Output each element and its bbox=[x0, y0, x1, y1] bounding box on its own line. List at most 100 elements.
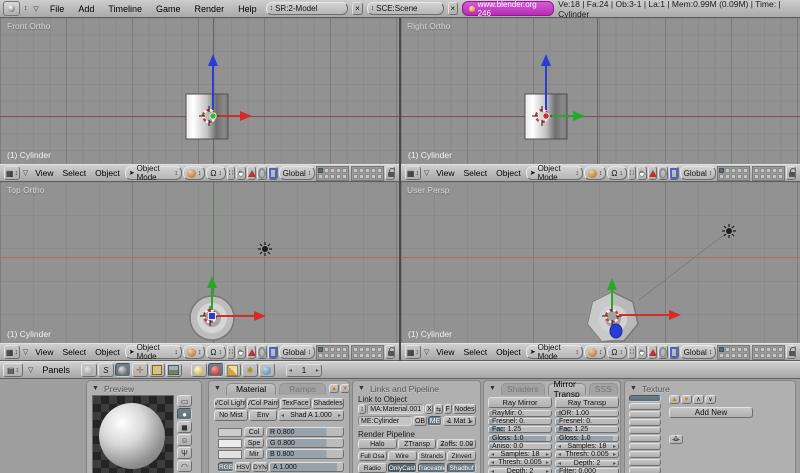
manipulator-rotate-button[interactable] bbox=[257, 345, 267, 359]
depth-mir-field[interactable]: Depth: 2 bbox=[488, 468, 552, 473]
rgb-mode-button[interactable]: RGB bbox=[218, 462, 234, 472]
manipulator-rotate-button[interactable] bbox=[658, 166, 668, 180]
fake-user-button[interactable]: F bbox=[444, 404, 452, 414]
full-osa-toggle[interactable]: Full Osa bbox=[358, 451, 387, 461]
scene-context-button[interactable] bbox=[166, 363, 182, 377]
manipulator-translate-button[interactable] bbox=[648, 345, 658, 359]
mode-dropdown[interactable]: ➤ Object Mode ↕ bbox=[526, 166, 583, 180]
tab-ramps[interactable]: Ramps bbox=[279, 383, 326, 395]
scene-selector[interactable]: ↕ SCE:Scene bbox=[367, 2, 444, 15]
shadbuf-toggle[interactable]: Shadbuf bbox=[447, 463, 476, 473]
draw-type-dropdown[interactable]: ↕ bbox=[584, 345, 607, 359]
lock-layers-button[interactable] bbox=[786, 345, 796, 359]
logic-context-button[interactable] bbox=[81, 363, 97, 377]
layer-grid-right[interactable] bbox=[351, 345, 384, 360]
thresh-mir-field[interactable]: Thresh: 0.005 bbox=[488, 459, 552, 466]
layer-grid-left[interactable] bbox=[717, 166, 750, 181]
texture-slot[interactable] bbox=[629, 403, 661, 410]
filter-slider[interactable]: Filter: 0.000 bbox=[555, 468, 619, 473]
tab-shaders[interactable]: Shaders bbox=[501, 383, 545, 395]
viewport-top[interactable]: Top Ortho (1) Cylinder bbox=[0, 182, 399, 343]
env-toggle[interactable]: Env bbox=[249, 410, 277, 421]
aniso-slider[interactable]: Aniso: 0.0 bbox=[488, 443, 552, 450]
world-buttons-button[interactable] bbox=[259, 363, 275, 377]
material-browse-button[interactable]: ↕ bbox=[358, 404, 366, 414]
manipulator-rotate-button[interactable] bbox=[257, 166, 267, 180]
screen-selector[interactable]: ↕ SR:2-Model bbox=[266, 2, 349, 15]
menu-render[interactable]: Render bbox=[190, 4, 230, 14]
editor-type-button[interactable]: ▤↕ bbox=[3, 363, 23, 377]
gloss-transp-slider[interactable]: Gloss: 1.0 bbox=[555, 435, 619, 442]
raymir-slider[interactable]: RayMir: 0. bbox=[488, 410, 552, 417]
nodes-button[interactable]: Nodes bbox=[453, 404, 476, 414]
fresnel-transp-slider[interactable]: Fresnel: 0. bbox=[555, 418, 619, 425]
radiosity-buttons-button[interactable]: ✱ bbox=[242, 363, 258, 377]
lamp-buttons-button[interactable] bbox=[191, 363, 207, 377]
ior-slider[interactable]: IOR: 1.00 bbox=[555, 410, 619, 417]
hsv-mode-button[interactable]: HSV bbox=[235, 462, 251, 472]
texture-slot[interactable] bbox=[629, 411, 661, 418]
collapse-menus-icon[interactable]: ▽ bbox=[422, 169, 431, 177]
vcol-paint-toggle[interactable]: VCol Paint bbox=[247, 398, 279, 409]
preview-plane-button[interactable]: ▭ bbox=[177, 395, 192, 407]
manipulator-scale-button[interactable] bbox=[268, 345, 278, 359]
manipulator-scale-button[interactable] bbox=[669, 345, 679, 359]
mode-dropdown[interactable]: ➤ Object Mode ↕ bbox=[526, 345, 583, 359]
slot-prev-button[interactable]: ∧ bbox=[693, 395, 704, 404]
texture-slot[interactable] bbox=[629, 459, 661, 466]
viewport-front[interactable]: Front Ortho (1) Cylinder bbox=[0, 18, 399, 164]
panel-collapse-icon[interactable]: ▼ bbox=[356, 385, 367, 392]
manipulator-hand-button[interactable] bbox=[236, 166, 246, 180]
samples-mir-field[interactable]: Samples: 18 bbox=[488, 451, 552, 458]
gloss-mir-slider[interactable]: Gloss: 1.0 bbox=[488, 435, 552, 442]
close-screen-button[interactable]: × bbox=[352, 2, 362, 15]
texture-slot[interactable] bbox=[629, 435, 661, 442]
shad-alpha-field[interactable]: Shad A 1.000 bbox=[278, 410, 344, 421]
manipulator-scale-button[interactable] bbox=[268, 166, 278, 180]
editor-type-button[interactable]: ▦↕ bbox=[405, 345, 421, 359]
slot-up-button[interactable]: ▲ bbox=[669, 395, 680, 404]
draw-type-dropdown[interactable]: ↕ bbox=[584, 166, 607, 180]
orientation-dropdown[interactable]: Global ↕ bbox=[680, 345, 717, 359]
menu-object[interactable]: Object bbox=[492, 347, 525, 357]
shading-context-button[interactable] bbox=[115, 363, 131, 377]
frame-number-field[interactable]: 1 bbox=[286, 364, 322, 377]
texture-slot[interactable] bbox=[629, 419, 661, 426]
texture-slot[interactable] bbox=[629, 451, 661, 458]
texture-slot[interactable] bbox=[629, 395, 661, 402]
add-new-texture-button[interactable]: Add New bbox=[669, 407, 753, 418]
lamp-object[interactable] bbox=[258, 242, 272, 256]
col-button[interactable]: Col bbox=[244, 427, 264, 437]
layer-buttons[interactable] bbox=[316, 166, 384, 181]
layer-grid-left[interactable] bbox=[316, 166, 349, 181]
zoffs-field[interactable]: Zoffs: 0.00 bbox=[437, 439, 476, 449]
lock-layers-button[interactable] bbox=[786, 166, 796, 180]
panel-collapse-icon[interactable]: ▼ bbox=[487, 385, 498, 392]
layer-grid-right[interactable] bbox=[752, 345, 785, 360]
menu-panels[interactable]: Panels bbox=[38, 365, 74, 375]
layer-grid-right[interactable] bbox=[752, 166, 785, 181]
manipulator-translate-button[interactable] bbox=[247, 166, 257, 180]
wire-toggle[interactable]: Wire bbox=[388, 451, 417, 461]
dyn-mode-button[interactable]: DYN bbox=[252, 462, 268, 472]
tab-sss[interactable]: SSS bbox=[589, 383, 618, 395]
shadeless-toggle[interactable]: Shadeles bbox=[312, 398, 344, 409]
mirror-color-swatch[interactable] bbox=[218, 450, 242, 459]
tab-material[interactable]: Material bbox=[226, 383, 276, 395]
ob-button[interactable]: OB bbox=[413, 416, 427, 426]
menu-view[interactable]: View bbox=[432, 168, 458, 178]
slot-next-button[interactable]: ∨ bbox=[705, 395, 716, 404]
panel-collapse-icon[interactable]: ▼ bbox=[212, 385, 223, 392]
menu-object[interactable]: Object bbox=[91, 168, 124, 178]
menu-help[interactable]: Help bbox=[233, 4, 262, 14]
collapse-menus-icon[interactable]: ▽ bbox=[21, 169, 30, 177]
draw-type-dropdown[interactable]: ↕ bbox=[183, 166, 206, 180]
object-context-button[interactable]: ✛ bbox=[132, 363, 148, 377]
collapse-menus-icon[interactable]: ▽ bbox=[26, 366, 35, 374]
ray-mirror-toggle[interactable]: Ray Mirror bbox=[488, 397, 552, 408]
mesh-name-field[interactable]: ME:Cylinder bbox=[358, 416, 412, 426]
menu-select[interactable]: Select bbox=[460, 168, 492, 178]
pivot-dropdown[interactable]: Ω↕ bbox=[206, 166, 225, 180]
ray-transp-toggle[interactable]: Ray Transp bbox=[555, 397, 619, 408]
panel-title[interactable]: Links and Pipeline bbox=[370, 384, 439, 394]
